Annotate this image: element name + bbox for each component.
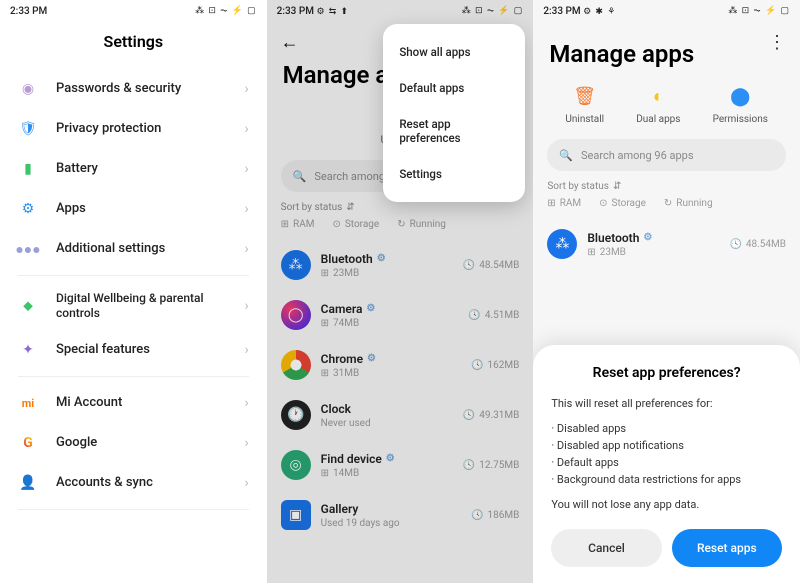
- status-bar: 2:33 PM ⁂ ⊡ ⏦ ⚡ ▢: [0, 0, 267, 22]
- sort-toggle[interactable]: Sort by status ⇵: [533, 181, 800, 198]
- divider: [18, 509, 249, 510]
- dialog-bullets: · Disabled apps · Disabled app notificat…: [551, 420, 782, 488]
- person-icon: 👤: [18, 473, 38, 493]
- status-icons: ⁂ ⊡ ⏦ ⚡ ▢: [728, 6, 790, 16]
- dots-icon: ●●●: [18, 239, 38, 259]
- settings-list: ◉ Passwords & security › 🛡 Privacy prote…: [0, 69, 267, 510]
- dialog-outro: You will not lose any app data.: [551, 496, 782, 513]
- gear-icon: ⚙: [18, 199, 38, 219]
- chip-ram[interactable]: ⊞ RAM: [547, 198, 581, 209]
- bluetooth-icon: ⁂: [547, 229, 577, 259]
- google-icon: G: [18, 433, 38, 453]
- divider: [18, 275, 249, 276]
- settings-item-wellbeing[interactable]: ⬥ Digital Wellbeing & parental controls …: [4, 282, 263, 330]
- menu-reset-prefs[interactable]: Reset app preferences: [383, 106, 525, 156]
- settings-item-privacy[interactable]: 🛡 Privacy protection ›: [4, 109, 263, 149]
- status-bar: 2:33 PM ⚙ ✱ ⚘ ⁂ ⊡ ⏦ ⚡ ▢: [533, 0, 800, 22]
- panel-manage-apps-dialog: 2:33 PM ⚙ ✱ ⚘ ⁂ ⊡ ⏦ ⚡ ▢ ⋮ Manage apps 🗑 …: [533, 0, 800, 583]
- more-button[interactable]: ⋮: [768, 32, 786, 53]
- mi-icon: mi: [18, 393, 38, 413]
- menu-show-all[interactable]: Show all apps: [383, 34, 525, 70]
- dialog-title: Reset app preferences?: [551, 365, 782, 381]
- status-icons: ⁂ ⊡ ⏦ ⚡ ▢: [195, 6, 257, 16]
- status-time: 2:33 PM: [10, 6, 47, 17]
- status-time: 2:33 PM ⚙ ✱ ⚘: [543, 6, 616, 17]
- chevron-right-icon: ›: [244, 161, 248, 177]
- chevron-right-icon: ›: [244, 298, 248, 314]
- page-title: Manage apps: [533, 36, 800, 84]
- action-dual-apps[interactable]: ◐ Dual apps: [636, 84, 680, 125]
- battery-icon: ▮: [18, 159, 38, 179]
- settings-item-passwords[interactable]: ◉ Passwords & security ›: [4, 69, 263, 109]
- fingerprint-icon: ◉: [18, 79, 38, 99]
- action-uninstall[interactable]: 🗑 Uninstall: [565, 84, 604, 125]
- action-permissions[interactable]: ⬤ Permissions: [713, 84, 768, 125]
- chip-running[interactable]: ↻ Running: [664, 198, 713, 209]
- settings-item-mi-account[interactable]: mi Mi Account ›: [4, 383, 263, 423]
- chevron-right-icon: ›: [244, 201, 248, 217]
- bottom-sheet-reset: Reset app preferences? This will reset a…: [533, 345, 800, 583]
- chevron-right-icon: ›: [244, 241, 248, 257]
- settings-item-accounts[interactable]: 👤 Accounts & sync ›: [4, 463, 263, 503]
- chevron-right-icon: ›: [244, 81, 248, 97]
- app-row-bluetooth[interactable]: ⁂ Bluetooth ⚙ ⊞ 23MB 🕓 48.54MB: [547, 219, 786, 269]
- divider: [18, 376, 249, 377]
- chevron-right-icon: ›: [244, 435, 248, 451]
- gear-icon: ⚙: [643, 232, 652, 243]
- settings-item-battery[interactable]: ▮ Battery ›: [4, 149, 263, 189]
- search-input[interactable]: 🔍 Search among 96 apps: [547, 139, 786, 171]
- settings-item-apps[interactable]: ⚙ Apps ›: [4, 189, 263, 229]
- sort-icon: ⇵: [613, 181, 621, 192]
- overflow-menu: Show all apps Default apps Reset app pre…: [383, 24, 525, 202]
- trash-icon: 🗑: [573, 84, 597, 108]
- menu-default-apps[interactable]: Default apps: [383, 70, 525, 106]
- panel-manage-apps-menu: 2:33 PM ⚙ ⇆ ⬆ ⁂ ⊡ ⏦ ⚡ ▢ ← Manage a 🗑 Uni…: [267, 0, 534, 583]
- chevron-right-icon: ›: [244, 342, 248, 358]
- panel-settings: 2:33 PM ⁂ ⊡ ⏦ ⚡ ▢ Settings ◉ Passwords &…: [0, 0, 267, 583]
- chevron-right-icon: ›: [244, 475, 248, 491]
- shield-icon: 🛡: [18, 119, 38, 139]
- settings-item-google[interactable]: G Google ›: [4, 423, 263, 463]
- chevron-right-icon: ›: [244, 121, 248, 137]
- settings-item-additional[interactable]: ●●● Additional settings ›: [4, 229, 263, 269]
- reset-apps-button[interactable]: Reset apps: [672, 529, 782, 567]
- cancel-button[interactable]: Cancel: [551, 529, 661, 567]
- chevron-right-icon: ›: [244, 395, 248, 411]
- dialog-intro: This will reset all preferences for:: [551, 395, 782, 412]
- chip-storage[interactable]: ⊙ Storage: [599, 198, 646, 209]
- menu-settings[interactable]: Settings: [383, 156, 525, 192]
- wellbeing-icon: ⬥: [18, 296, 38, 316]
- settings-item-special[interactable]: ✦ Special features ›: [4, 330, 263, 370]
- permissions-icon: ⬤: [728, 84, 752, 108]
- page-title: Settings: [0, 32, 267, 51]
- search-icon: 🔍: [559, 149, 573, 162]
- dual-apps-icon: ◐: [646, 84, 670, 108]
- special-icon: ✦: [18, 340, 38, 360]
